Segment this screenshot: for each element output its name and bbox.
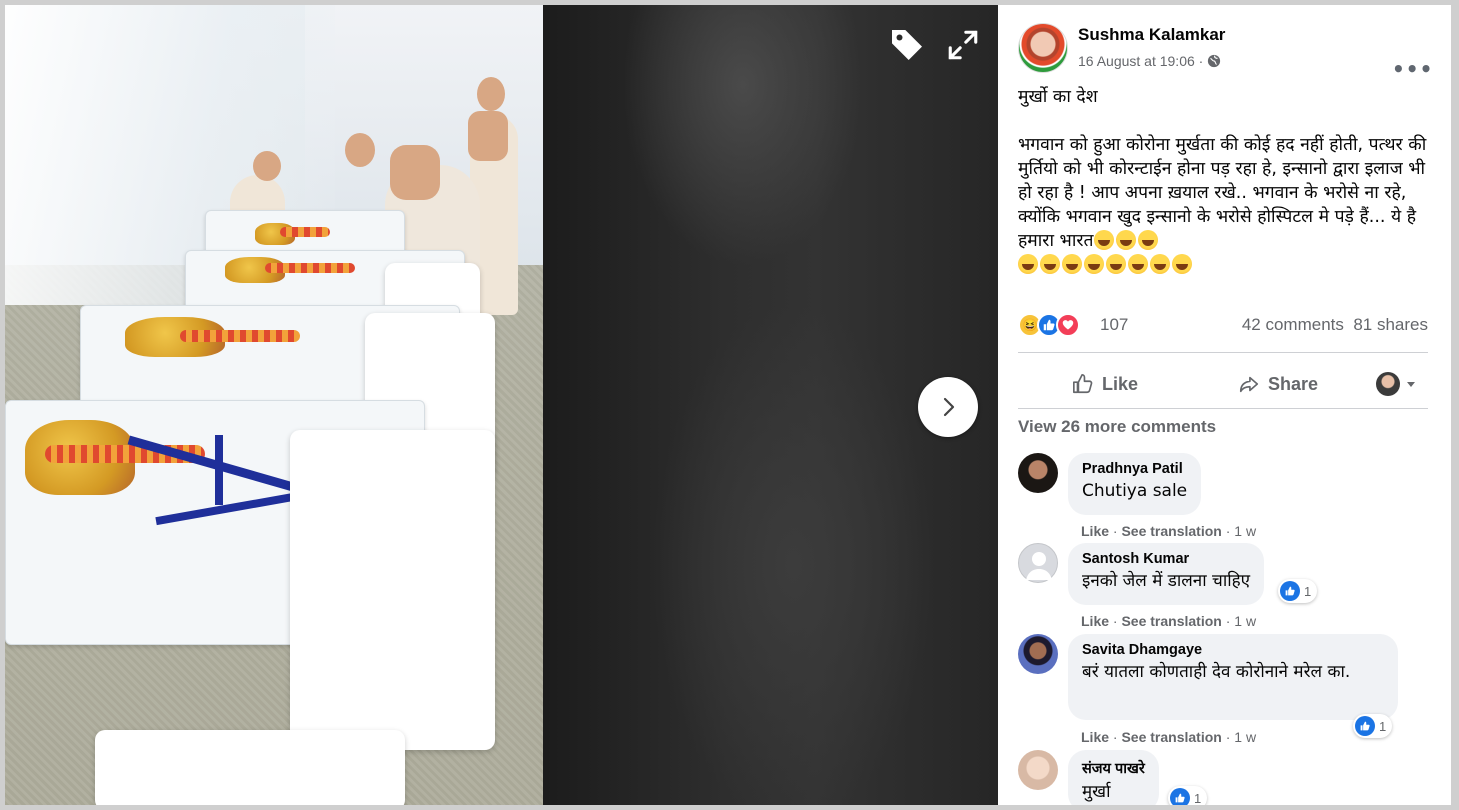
like-reaction-icon — [1280, 581, 1300, 601]
commenter-name[interactable]: Pradhnya Patil — [1082, 461, 1187, 477]
laughing-emoji-group — [1093, 230, 1160, 251]
laughing-emoji-icon — [1172, 254, 1192, 274]
reaction-count[interactable]: 107 — [1100, 315, 1128, 335]
post-header: Sushma Kalamkar 16 August at 19:06 · ••• — [1018, 23, 1438, 81]
see-translation-link[interactable]: See translation — [1121, 523, 1221, 539]
facebook-photo-post: Sushma Kalamkar 16 August at 19:06 · •••… — [5, 5, 1451, 805]
post-panel: Sushma Kalamkar 16 August at 19:06 · •••… — [998, 5, 1451, 805]
commenter-avatar[interactable] — [1018, 634, 1058, 674]
more-options-button[interactable]: ••• — [1392, 57, 1433, 81]
share-arrow-icon — [1239, 376, 1259, 393]
comment-meta: Like · See translation · 1 w — [1081, 613, 1257, 629]
laughing-emoji-icon — [1040, 254, 1060, 274]
comment-text: Chutiya sale — [1082, 481, 1188, 501]
comment-meta: Like · See translation · 1 w — [1081, 523, 1257, 539]
comment-item: Santosh Kumar इनको जेल में डालना चाहिए 1… — [1018, 543, 1438, 633]
photo-viewer — [5, 5, 998, 805]
laughing-emoji-icon — [1128, 254, 1148, 274]
comment-item: संजय पाखरे मुर्खा 1 — [1018, 750, 1438, 805]
comment-like-link[interactable]: Like — [1081, 523, 1109, 539]
post-actions: Like Share — [1018, 360, 1428, 408]
caret-down-icon — [1407, 382, 1415, 387]
view-more-comments-link[interactable]: View 26 more comments — [1018, 417, 1216, 437]
divider — [1018, 408, 1428, 409]
comment-meta: Like · See translation · 1 w — [1081, 729, 1257, 745]
comment-age[interactable]: 1 w — [1234, 613, 1256, 629]
comment-like-link[interactable]: Like — [1081, 729, 1109, 745]
comment-item: Savita Dhamgaye बरं यातला कोणताही देव को… — [1018, 634, 1438, 745]
profile-avatar — [1376, 372, 1400, 396]
comment-age[interactable]: 1 w — [1234, 729, 1256, 745]
comment-bubble: Santosh Kumar इनको जेल में डालना चाहिए — [1068, 543, 1265, 605]
divider — [1018, 352, 1428, 353]
tag-icon[interactable] — [885, 23, 929, 67]
share-button[interactable]: Share — [1238, 360, 1318, 408]
comment-bubble: Pradhnya Patil Chutiya sale — [1068, 453, 1202, 515]
post-message: मुर्खो का देश भगवान को हुआ कोरोना मुर्खत… — [1018, 85, 1438, 277]
reaction-icons[interactable]: 😆 — [1018, 313, 1080, 337]
comment-bubble: Savita Dhamgaye बरं यातला कोणताही देव को… — [1068, 634, 1398, 720]
author-name[interactable]: Sushma Kalamkar — [1078, 25, 1225, 45]
laughing-emoji-icon — [1062, 254, 1082, 274]
commenter-name[interactable]: संजय पाखरे — [1082, 758, 1145, 778]
comment-text: मुर्खा — [1082, 782, 1111, 802]
laughing-emoji-icon — [1106, 254, 1126, 274]
shares-count[interactable]: 81 shares — [1353, 315, 1428, 334]
comment-age[interactable]: 1 w — [1234, 523, 1256, 539]
laughing-emoji-icon — [1137, 230, 1158, 250]
comment-text: बरं यातला कोणताही देव कोरोनाने मरेल का. — [1082, 662, 1351, 682]
next-photo-button[interactable] — [918, 377, 978, 437]
reaction-summary: 😆 107 42 comments 81 shares — [1018, 313, 1428, 337]
comment-item: Pradhnya Patil Chutiya sale Like · See t… — [1018, 453, 1438, 543]
react-as-selector[interactable] — [1376, 360, 1416, 408]
laughing-emoji-group — [1018, 254, 1194, 275]
expand-icon[interactable] — [943, 25, 983, 65]
laughing-emoji-icon — [1093, 230, 1114, 250]
love-reaction-icon — [1056, 313, 1080, 337]
globe-icon — [1208, 54, 1221, 68]
commenter-avatar[interactable] — [1018, 750, 1058, 790]
comments-count[interactable]: 42 comments — [1242, 315, 1344, 334]
comment-bubble: संजय पाखरे मुर्खा — [1068, 750, 1159, 805]
chevron-right-icon — [943, 397, 955, 417]
commenter-avatar[interactable] — [1018, 543, 1058, 583]
comment-reaction-badge[interactable]: 1 — [1168, 786, 1208, 805]
see-translation-link[interactable]: See translation — [1121, 613, 1221, 629]
commenter-avatar[interactable] — [1018, 453, 1058, 493]
author-avatar[interactable] — [1018, 23, 1068, 73]
thumbs-up-icon — [1073, 374, 1093, 394]
laughing-emoji-icon — [1115, 230, 1136, 250]
comment-like-link[interactable]: Like — [1081, 613, 1109, 629]
laughing-emoji-icon — [1150, 254, 1170, 274]
see-translation-link[interactable]: See translation — [1121, 729, 1221, 745]
post-timestamp[interactable]: 16 August at 19:06 · — [1078, 53, 1221, 69]
comment-text: इनको जेल में डालना चाहिए — [1082, 571, 1251, 591]
comment-reaction-badge[interactable]: 1 — [1353, 714, 1393, 738]
like-reaction-icon — [1355, 716, 1375, 736]
comment-reaction-badge[interactable]: 1 — [1278, 579, 1318, 603]
like-reaction-icon — [1170, 788, 1190, 805]
laughing-emoji-icon — [1018, 254, 1038, 274]
laughing-emoji-icon — [1084, 254, 1104, 274]
post-photo[interactable] — [5, 5, 543, 805]
commenter-name[interactable]: Santosh Kumar — [1082, 551, 1250, 567]
like-button[interactable]: Like — [1072, 360, 1138, 408]
commenter-name[interactable]: Savita Dhamgaye — [1082, 642, 1384, 658]
comment-share-counts: 42 comments 81 shares — [1242, 315, 1428, 335]
